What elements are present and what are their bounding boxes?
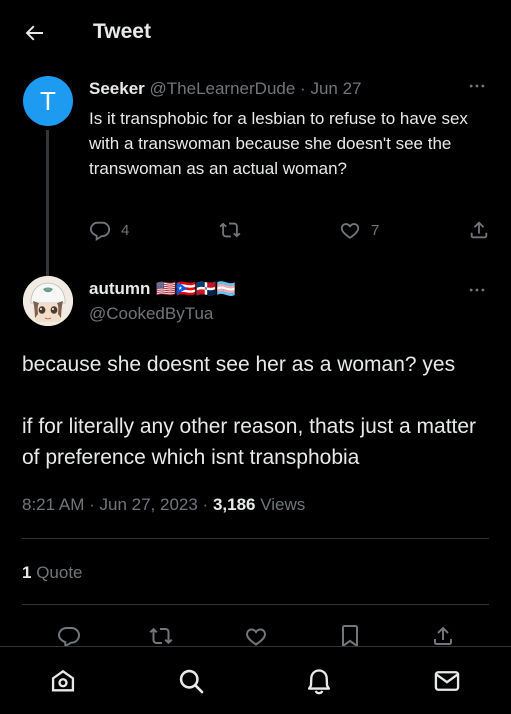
author-name-row: autumn 🇺🇸🇵🇷🇩🇴🏳️‍⚧️ — [89, 279, 236, 299]
divider — [22, 604, 489, 605]
quote-label: Quote — [36, 563, 83, 582]
avatar-letter: T — [40, 85, 56, 116]
avatar-image — [23, 276, 73, 326]
nav-search[interactable] — [177, 667, 205, 695]
tweet-date[interactable]: Jun 27, 2023 — [100, 495, 198, 514]
reply-count: 4 — [121, 221, 130, 239]
page-title: Tweet — [93, 20, 151, 43]
divider — [22, 538, 489, 539]
tweet-text: because she doesnt see her as a woman? y… — [22, 349, 492, 473]
share-button[interactable] — [468, 219, 490, 241]
reply-icon — [57, 627, 81, 648]
author-name[interactable]: autumn — [89, 279, 150, 299]
author-handle[interactable]: @CookedByTua — [89, 304, 213, 324]
like-button[interactable] — [244, 624, 268, 648]
heart-icon — [245, 628, 267, 646]
more-icon — [469, 84, 485, 88]
tweet-timestamp: 8:21 AM · Jun 27, 2023 · 3,186 Views — [22, 495, 305, 515]
reply-icon — [89, 221, 111, 241]
main-tweet-header: autumn 🇺🇸🇵🇷🇩🇴🏳️‍⚧️ @CookedByTua — [0, 272, 511, 332]
share-button[interactable] — [431, 624, 455, 648]
separator: · — [89, 495, 100, 514]
parent-tweet[interactable]: T Seeker @TheLearnerDude · Jun 27 Is it … — [0, 66, 511, 326]
tweet-text-line-1: because she doesnt see her as a woman? y… — [22, 353, 456, 376]
back-button[interactable] — [22, 21, 46, 45]
author-handle[interactable]: @TheLearnerDude — [150, 79, 296, 98]
home-icon — [51, 669, 75, 692]
more-button[interactable] — [467, 76, 487, 96]
views-label: Views — [260, 495, 306, 514]
retweet-button[interactable] — [149, 624, 173, 648]
author-name[interactable]: Seeker — [89, 79, 145, 98]
like-count: 7 — [371, 221, 380, 239]
retweet-icon — [219, 222, 241, 238]
bell-icon — [307, 669, 331, 695]
bottom-navigation — [0, 646, 511, 714]
avatar[interactable] — [23, 276, 73, 326]
parent-author-row: Seeker @TheLearnerDude · Jun 27 — [89, 79, 361, 99]
reply-button[interactable] — [57, 624, 81, 648]
tweet-text: Is it transphobic for a lesbian to refus… — [89, 109, 468, 178]
tweet-text-line-2: if for literally any other reason, thats… — [22, 415, 477, 469]
parent-actions: 4 7 — [89, 219, 489, 249]
heart-icon — [340, 223, 360, 239]
share-icon — [434, 626, 452, 645]
retweet-icon — [149, 627, 173, 645]
reply-button[interactable]: 4 — [89, 219, 129, 241]
bookmark-button[interactable] — [338, 624, 362, 648]
mail-icon — [434, 671, 460, 691]
quote-count-link[interactable]: 1 Quote — [22, 563, 83, 583]
like-button[interactable]: 7 — [339, 219, 379, 241]
tweet-time[interactable]: 8:21 AM — [22, 495, 84, 514]
share-icon — [470, 221, 488, 239]
tweet-date[interactable]: Jun 27 — [310, 79, 361, 98]
search-icon — [179, 669, 204, 694]
nav-notifications[interactable] — [305, 667, 333, 695]
avatar[interactable]: T — [23, 76, 73, 126]
retweet-button[interactable] — [219, 219, 251, 241]
arrow-left-icon — [25, 25, 43, 41]
separator: · — [202, 495, 213, 514]
nav-home[interactable] — [49, 667, 77, 695]
top-bar: Tweet — [0, 0, 511, 66]
quote-count: 1 — [22, 563, 32, 582]
separator: · — [300, 79, 311, 98]
nav-messages[interactable] — [433, 667, 461, 695]
more-button[interactable] — [467, 280, 487, 300]
views-count: 3,186 — [212, 495, 256, 514]
flag-emojis: 🇺🇸🇵🇷🇩🇴🏳️‍⚧️ — [156, 281, 237, 298]
bookmark-icon — [342, 625, 358, 648]
more-icon — [469, 288, 485, 292]
